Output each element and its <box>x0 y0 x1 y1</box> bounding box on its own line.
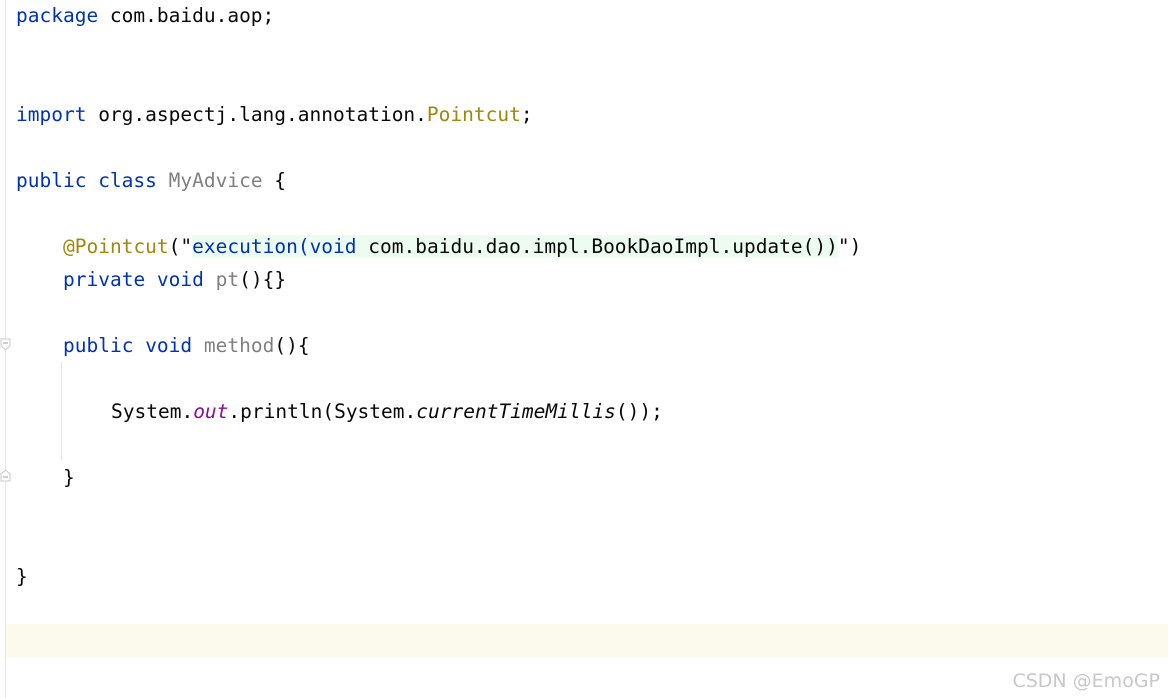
pointcut-expr-target: com.baidu.dao.impl.BookDaoImpl.update()) <box>356 235 838 258</box>
method-name-pt: pt <box>215 268 240 291</box>
println-call: .println(System. <box>228 400 417 423</box>
pointcut-expr-void: void <box>309 235 357 258</box>
code-line-class-decl[interactable]: public class MyAdvice { <box>16 164 286 197</box>
code-line-import[interactable]: import org.aspectj.lang.annotation.Point… <box>16 98 533 131</box>
system-ref: System. <box>111 400 194 423</box>
keyword-public: public <box>16 169 87 192</box>
class-name: MyAdvice <box>168 169 263 192</box>
code-line-class-close[interactable]: } <box>16 560 28 593</box>
method-open: (){ <box>274 334 310 357</box>
keyword-public: public <box>63 334 134 357</box>
keyword-package: package <box>16 4 99 27</box>
import-semicolon: ; <box>520 103 533 126</box>
code-line-annotation[interactable]: @Pointcut("execution(void com.baidu.dao.… <box>63 230 861 263</box>
method-name-method: method <box>203 334 275 357</box>
keyword-void: void <box>133 334 204 357</box>
annotation-open: (" <box>168 235 193 258</box>
import-package: org.aspectj.lang.annotation. <box>86 103 427 126</box>
class-open-brace: { <box>262 169 287 192</box>
fold-open-icon[interactable] <box>0 338 11 352</box>
annotation-close: ") <box>837 235 862 258</box>
pt-body: (){} <box>239 268 287 291</box>
code-line-method-decl[interactable]: public void method(){ <box>63 329 310 362</box>
annotation-pointcut: @Pointcut <box>63 235 169 258</box>
method-close-brace: } <box>63 466 75 489</box>
pointcut-expr-execution: execution( <box>192 235 310 258</box>
code-line-println[interactable]: System.out.println(System.currentTimeMil… <box>111 395 663 428</box>
keyword-class: class <box>86 169 169 192</box>
indent-guide <box>61 362 62 460</box>
code-line-method-close[interactable]: } <box>63 461 75 494</box>
code-line-package[interactable]: package com.baidu.aop; <box>16 0 274 32</box>
watermark: CSDN @EmoGP <box>1012 670 1160 692</box>
keyword-import: import <box>16 103 87 126</box>
current-line-highlight <box>6 624 1168 657</box>
keyword-private: private <box>63 268 146 291</box>
static-field-out: out <box>193 400 229 423</box>
package-name: com.baidu.aop; <box>98 4 275 27</box>
code-line-pt-method[interactable]: private void pt(){} <box>63 263 286 296</box>
import-class: Pointcut <box>426 103 521 126</box>
fold-close-icon[interactable] <box>0 468 11 482</box>
statement-end: ()); <box>615 400 663 423</box>
class-close-brace: } <box>16 565 28 588</box>
static-call-current-time-millis: currentTimeMillis <box>416 400 616 423</box>
keyword-void: void <box>145 268 216 291</box>
